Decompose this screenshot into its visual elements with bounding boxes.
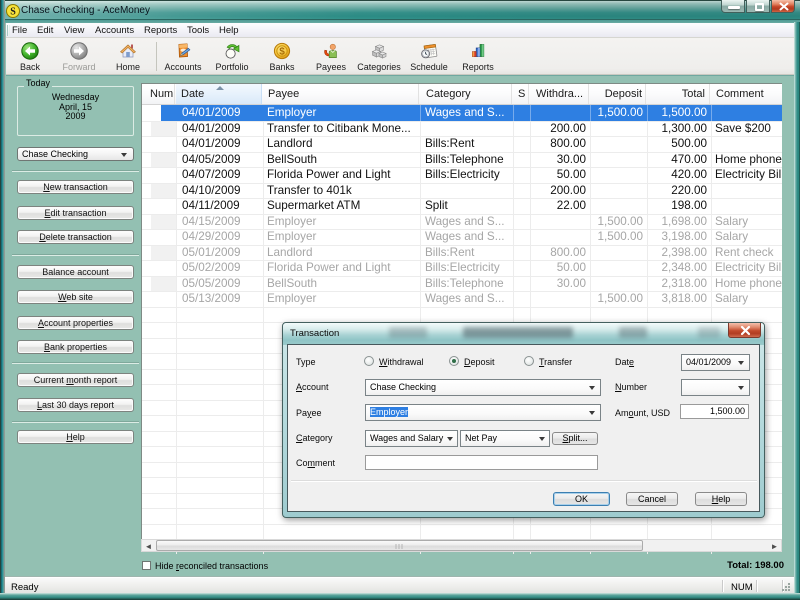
svg-text:S: S [10, 7, 16, 18]
svg-text:$: $ [279, 47, 285, 58]
